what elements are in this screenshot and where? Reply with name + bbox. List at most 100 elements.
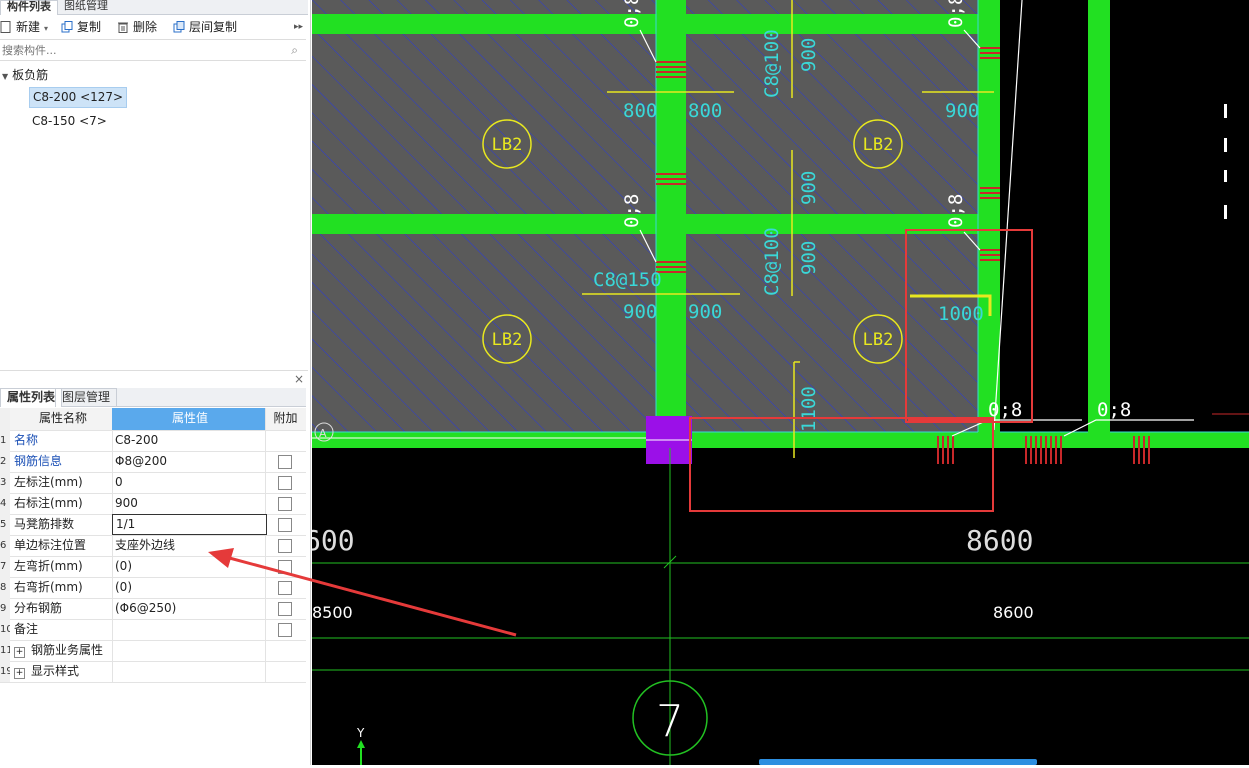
- row-number: 8: [0, 577, 10, 598]
- header-no: [0, 408, 10, 430]
- slab-label: LB2: [863, 135, 894, 155]
- tree-root[interactable]: ▼ 板负筋: [2, 66, 48, 83]
- property-value[interactable]: 900: [112, 493, 266, 514]
- dim-small: 8600: [993, 603, 1034, 622]
- dim-text: 0;8: [621, 194, 643, 228]
- delete-button-label: 删除: [133, 20, 158, 34]
- copy-button[interactable]: 复制: [61, 18, 101, 36]
- floor-copy-button[interactable]: 层间复制: [173, 18, 237, 36]
- component-toolbar: 新建 ▾ 复制 删除 层间复制 ▸▸: [0, 14, 308, 38]
- property-name-label: 右弯折(mm): [14, 580, 83, 594]
- expand-plus-icon[interactable]: +: [14, 647, 25, 658]
- tab-property-list[interactable]: 属性列表: [0, 388, 63, 407]
- property-extra: [265, 661, 306, 682]
- property-name: 右标注(mm): [12, 493, 113, 514]
- property-extra: [265, 472, 306, 493]
- delete-button[interactable]: 删除: [117, 18, 157, 36]
- row-number: 9: [0, 598, 10, 619]
- row-number: 2: [0, 451, 10, 472]
- tab-layer-management[interactable]: 图层管理: [55, 388, 118, 407]
- chevron-down-icon[interactable]: ▾: [44, 24, 48, 33]
- row-number: 4: [0, 493, 10, 514]
- row-number: 11: [0, 640, 10, 661]
- property-row[interactable]: 3 左标注(mm) 0: [0, 472, 306, 494]
- property-row[interactable]: 4 右标注(mm) 900: [0, 493, 306, 515]
- ucs-y-label: Y: [356, 726, 365, 740]
- cad-canvas[interactable]: LB2 LB2 LB2 LB2 800 800 900 900 900 1000…: [304, 0, 1249, 765]
- component-search: ⌕: [0, 39, 306, 61]
- dim-text: 900: [688, 301, 722, 323]
- property-name-label: 显示样式: [31, 664, 80, 678]
- dim-text: 0;8: [1097, 399, 1131, 421]
- property-name-label: 分布钢筋: [14, 601, 63, 615]
- dim-text: 900: [798, 171, 820, 205]
- row-number: 1: [0, 430, 10, 451]
- property-name-label: 马凳筋排数: [14, 517, 75, 531]
- dim-large: 8600: [966, 524, 1033, 557]
- copy-icon: [61, 20, 73, 33]
- props-header: 属性名称 属性值 附加: [0, 408, 306, 431]
- property-name: 右弯折(mm): [12, 577, 113, 598]
- property-name-label: 钢筋业务属性: [31, 643, 104, 657]
- row-number: 10: [0, 619, 10, 640]
- dim-text: 0;8: [945, 0, 967, 28]
- more-button[interactable]: ▸▸: [294, 18, 303, 36]
- slab-label: LB2: [863, 330, 894, 350]
- property-name-label: 单边标注位置: [14, 538, 87, 552]
- property-value[interactable]: [112, 661, 266, 682]
- property-name-label: 左弯折(mm): [14, 559, 83, 573]
- property-row[interactable]: 1 名称 C8-200: [0, 430, 306, 452]
- extra-checkbox[interactable]: [278, 497, 292, 511]
- row-number: 7: [0, 556, 10, 577]
- property-extra: [265, 493, 306, 514]
- property-value[interactable]: 0: [112, 472, 266, 493]
- slab-label: LB2: [492, 135, 523, 155]
- beam-h2: [312, 214, 988, 234]
- cad-drawing[interactable]: LB2 LB2 LB2 LB2 800 800 900 900 900 1000…: [304, 0, 1249, 765]
- search-input[interactable]: [0, 41, 284, 59]
- extra-checkbox[interactable]: [278, 518, 292, 532]
- property-extra: [265, 430, 306, 451]
- header-value: 属性值: [112, 408, 266, 430]
- row-number: 3: [0, 472, 10, 493]
- new-button-label: 新建: [16, 20, 41, 34]
- tree-item-c8-200[interactable]: C8-200 <127>: [29, 87, 128, 108]
- expand-plus-icon[interactable]: +: [14, 668, 25, 679]
- dim-text: 0;8: [945, 194, 967, 228]
- property-row[interactable]: 2 钢筋信息 Φ8@200: [0, 451, 306, 473]
- trash-icon: [117, 20, 129, 33]
- component-tabbar: 构件列表 图纸管理: [0, 0, 308, 15]
- property-row[interactable]: 19 + 显示样式: [0, 661, 306, 683]
- close-icon[interactable]: ×: [294, 372, 304, 386]
- dim-text: 800: [623, 100, 657, 122]
- rebar-label: C8@100: [761, 227, 783, 296]
- new-button[interactable]: 新建 ▾: [0, 18, 48, 36]
- dim-text: 900: [623, 301, 657, 323]
- extra-checkbox[interactable]: [278, 476, 292, 490]
- property-name-label: 钢筋信息: [14, 454, 63, 468]
- property-name: + 显示样式: [12, 661, 113, 682]
- dim-text: 0;8: [621, 0, 643, 28]
- search-icon[interactable]: ⌕: [291, 43, 298, 58]
- tree-item-c8-150[interactable]: C8-150 <7>: [32, 114, 107, 128]
- property-value[interactable]: 1/1: [112, 514, 267, 535]
- property-extra: [265, 451, 306, 472]
- dim-text: 800: [688, 100, 722, 122]
- panel-divider: [0, 370, 308, 371]
- tab-drawing-management[interactable]: 图纸管理: [58, 0, 114, 14]
- beam-v3: [1088, 0, 1110, 448]
- extra-checkbox[interactable]: [278, 455, 292, 469]
- property-value[interactable]: C8-200: [112, 430, 266, 451]
- property-name-label: 右标注(mm): [14, 496, 83, 510]
- property-name-label: 备注: [14, 622, 39, 636]
- annotation-arrow: [208, 548, 517, 637]
- axis-7-label: 7: [656, 696, 684, 747]
- property-name: 单边标注位置: [12, 535, 113, 556]
- property-value[interactable]: Φ8@200: [112, 451, 266, 472]
- tree-expand-icon[interactable]: ▼: [2, 72, 8, 81]
- property-row[interactable]: 5 马凳筋排数 1/1: [0, 514, 306, 536]
- tab-component-list[interactable]: 构件列表: [0, 0, 58, 15]
- property-name: + 钢筋业务属性: [12, 640, 113, 661]
- property-name-label: 名称: [14, 433, 39, 447]
- tree-item-label: C8-200 <127>: [33, 90, 124, 104]
